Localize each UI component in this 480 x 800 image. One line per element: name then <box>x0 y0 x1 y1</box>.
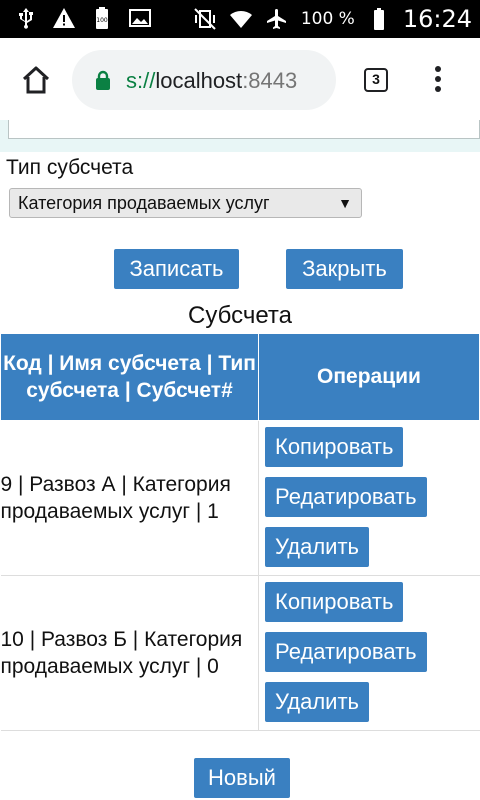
battery-icon <box>373 8 384 30</box>
dropdown-arrow-icon: ▼ <box>338 195 352 211</box>
warning-icon <box>53 8 75 28</box>
delete-button[interactable]: Удалить <box>265 682 369 722</box>
wifi-icon <box>229 10 252 28</box>
row-description: 10 | Развоз Б | Категория продаваемых ус… <box>0 575 259 731</box>
new-button[interactable]: Новый <box>194 758 290 798</box>
vibrate-off-icon <box>194 8 216 30</box>
subaccount-type-select[interactable]: Категория продаваемых услуг ▼ <box>9 188 362 218</box>
url-text: s://localhost:8443 <box>126 68 297 94</box>
address-bar[interactable]: s://localhost:8443 <box>72 50 336 110</box>
status-bar-left: 100 <box>14 6 152 30</box>
status-bar-right: 100 % 16:24 <box>193 0 472 38</box>
header-code-name-type: Код | Имя субсчета | Тип субсчета | Субс… <box>0 333 259 421</box>
copy-button[interactable]: Копировать <box>265 582 404 622</box>
header-operations: Операции <box>258 333 480 421</box>
edit-button[interactable]: Редатировать <box>265 632 427 672</box>
close-button[interactable]: Закрыть <box>286 249 403 289</box>
tab-switcher-button[interactable]: 3 <box>364 68 388 92</box>
table-header-row: Код | Имя субсчета | Тип субсчета | Субс… <box>0 333 480 421</box>
subaccounts-table: Код | Имя субсчета | Тип субсчета | Субс… <box>0 333 480 731</box>
clock: 16:24 <box>402 5 472 33</box>
status-bar: 100 100 % 16:24 <box>0 0 480 38</box>
subaccount-type-value: Категория продаваемых услуг <box>18 193 270 213</box>
home-icon[interactable] <box>20 64 52 96</box>
svg-text:100: 100 <box>96 17 108 24</box>
save-button[interactable]: Записать <box>114 249 239 289</box>
url-scheme: s:// <box>126 68 156 93</box>
row-operations: Копировать Редатировать Удалить <box>258 575 480 731</box>
table-row: 10 | Развоз Б | Категория продаваемых ус… <box>0 575 480 731</box>
airplane-icon <box>266 9 286 29</box>
textarea-field[interactable] <box>8 120 480 139</box>
row-description: 9 | Развоз А | Категория продаваемых усл… <box>0 420 259 576</box>
table-row: 9 | Развоз А | Категория продаваемых усл… <box>0 420 480 576</box>
battery-percent: 100 % <box>300 9 355 29</box>
browser-toolbar: s://localhost:8443 3 <box>0 38 480 122</box>
row-operations: Копировать Редатировать Удалить <box>258 420 480 576</box>
subaccounts-title: Субсчета <box>188 302 292 329</box>
battery-full-icon: 100 <box>96 7 108 29</box>
url-host: localhost <box>155 68 243 93</box>
copy-button[interactable]: Копировать <box>265 427 404 467</box>
edit-button[interactable]: Редатировать <box>265 477 427 517</box>
subaccount-type-label: Тип субсчета <box>6 156 134 179</box>
page-content: Тип субсчета Категория продаваемых услуг… <box>0 120 480 800</box>
form-panel-background <box>0 120 480 152</box>
usb-icon <box>19 8 33 29</box>
overflow-menu-icon[interactable] <box>428 66 448 94</box>
image-icon <box>129 9 151 27</box>
url-port: :8443 <box>242 68 298 93</box>
lock-icon <box>96 70 110 90</box>
delete-button[interactable]: Удалить <box>265 527 369 567</box>
